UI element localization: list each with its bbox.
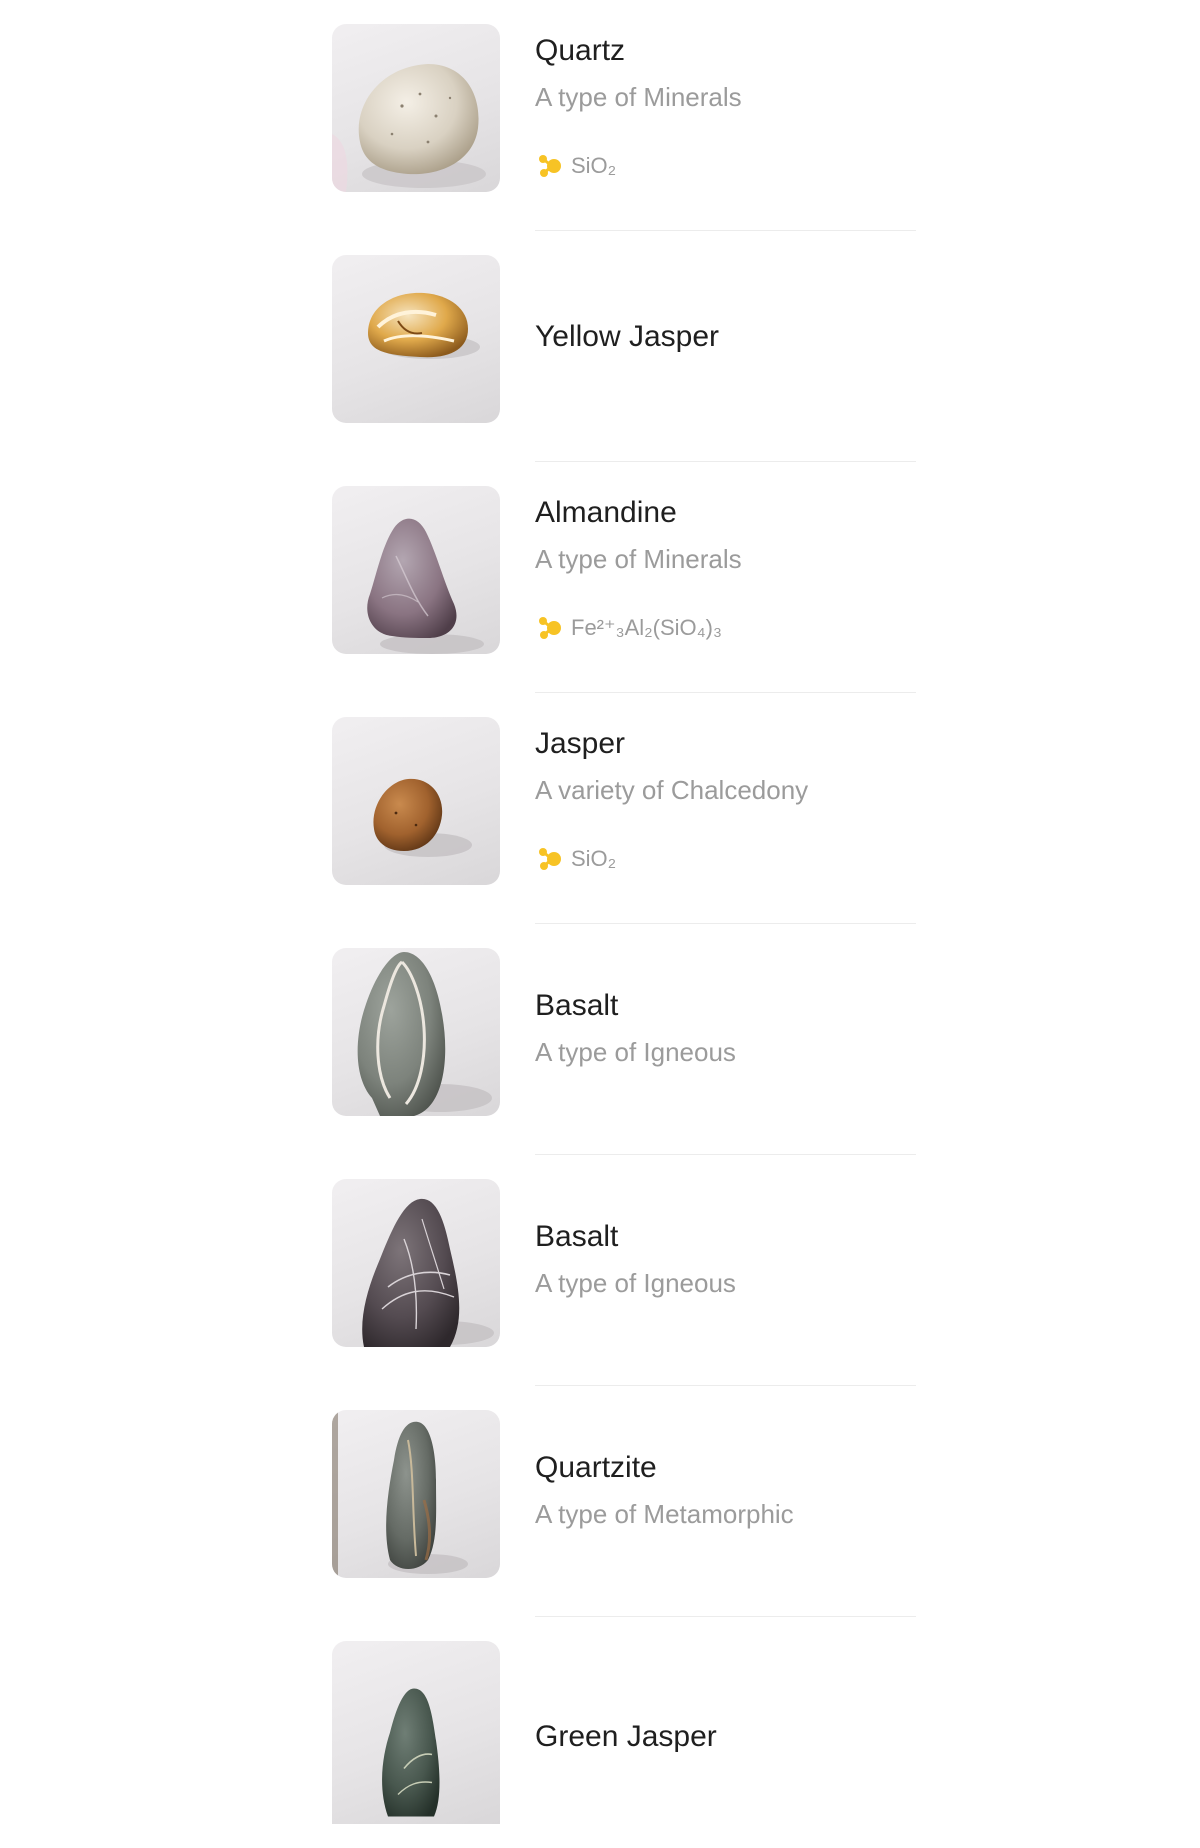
rock-name: Yellow Jasper [535,320,719,353]
item-info: Green Jasper [535,1617,916,1848]
formula-row: Fe²⁺₃Al₂(SiO₄)₃ [535,613,722,643]
list-item-basalt[interactable]: Basalt A type of Igneous [332,924,916,1155]
formula-row: SiO₂ [535,151,616,181]
list-item-green-jasper[interactable]: Green Jasper [332,1617,916,1848]
item-info: Yellow Jasper [535,231,916,462]
yellow-jasper-photo [332,255,500,423]
rock-collection-list: Quartz A type of Minerals SiO₂ Yellow Ja… [0,0,1200,1824]
rock-name: Basalt [535,989,619,1022]
formula-row: SiO₂ [535,844,616,874]
almandine-photo [332,486,500,654]
rock-name: Quartzite [535,1451,657,1484]
item-info: Basalt A type of Igneous [535,1155,916,1386]
rock-name: Jasper [535,727,626,760]
list-item-quartzite[interactable]: Quartzite A type of Metamorphic [332,1386,916,1617]
list-item-basalt-2[interactable]: Basalt A type of Igneous [332,1155,916,1386]
jasper-photo [332,717,500,885]
rock-name: Almandine [535,496,677,529]
rock-classification: A type of Minerals [535,82,742,112]
rock-classification: A type of Igneous [535,1037,736,1067]
list-item-yellow-jasper[interactable]: Yellow Jasper [332,231,916,462]
item-info: Quartz A type of Minerals SiO₂ [535,0,916,231]
rock-classification: A type of Igneous [535,1268,736,1298]
molecule-icon [535,152,563,180]
chemical-formula: SiO₂ [571,153,617,178]
list-item-jasper[interactable]: Jasper A variety of Chalcedony SiO₂ [332,693,916,924]
rock-classification: A type of Minerals [535,544,742,574]
item-info: Almandine A type of Minerals Fe²⁺₃Al₂(Si… [535,462,916,693]
basalt-banded-photo [332,948,500,1116]
green-jasper-photo [332,1641,500,1824]
rock-name: Quartz [535,34,626,67]
list-item-quartz[interactable]: Quartz A type of Minerals SiO₂ [332,0,916,231]
molecule-icon [535,614,563,642]
chemical-formula: SiO₂ [571,846,617,871]
rock-classification: A type of Metamorphic [535,1499,794,1529]
item-info: Quartzite A type of Metamorphic [535,1386,916,1617]
item-info: Basalt A type of Igneous [535,924,916,1155]
rock-name: Basalt [535,1220,619,1253]
quartz-pebble-photo [332,24,500,192]
quartzite-photo [332,1410,500,1578]
molecule-icon [535,845,563,873]
rock-classification: A variety of Chalcedony [535,775,809,805]
list-item-almandine[interactable]: Almandine A type of Minerals Fe²⁺₃Al₂(Si… [332,462,916,693]
basalt-veined-photo [332,1179,500,1347]
rock-name: Green Jasper [535,1720,717,1753]
item-info: Jasper A variety of Chalcedony SiO₂ [535,693,916,924]
chemical-formula: Fe²⁺₃Al₂(SiO₄)₃ [571,615,722,640]
